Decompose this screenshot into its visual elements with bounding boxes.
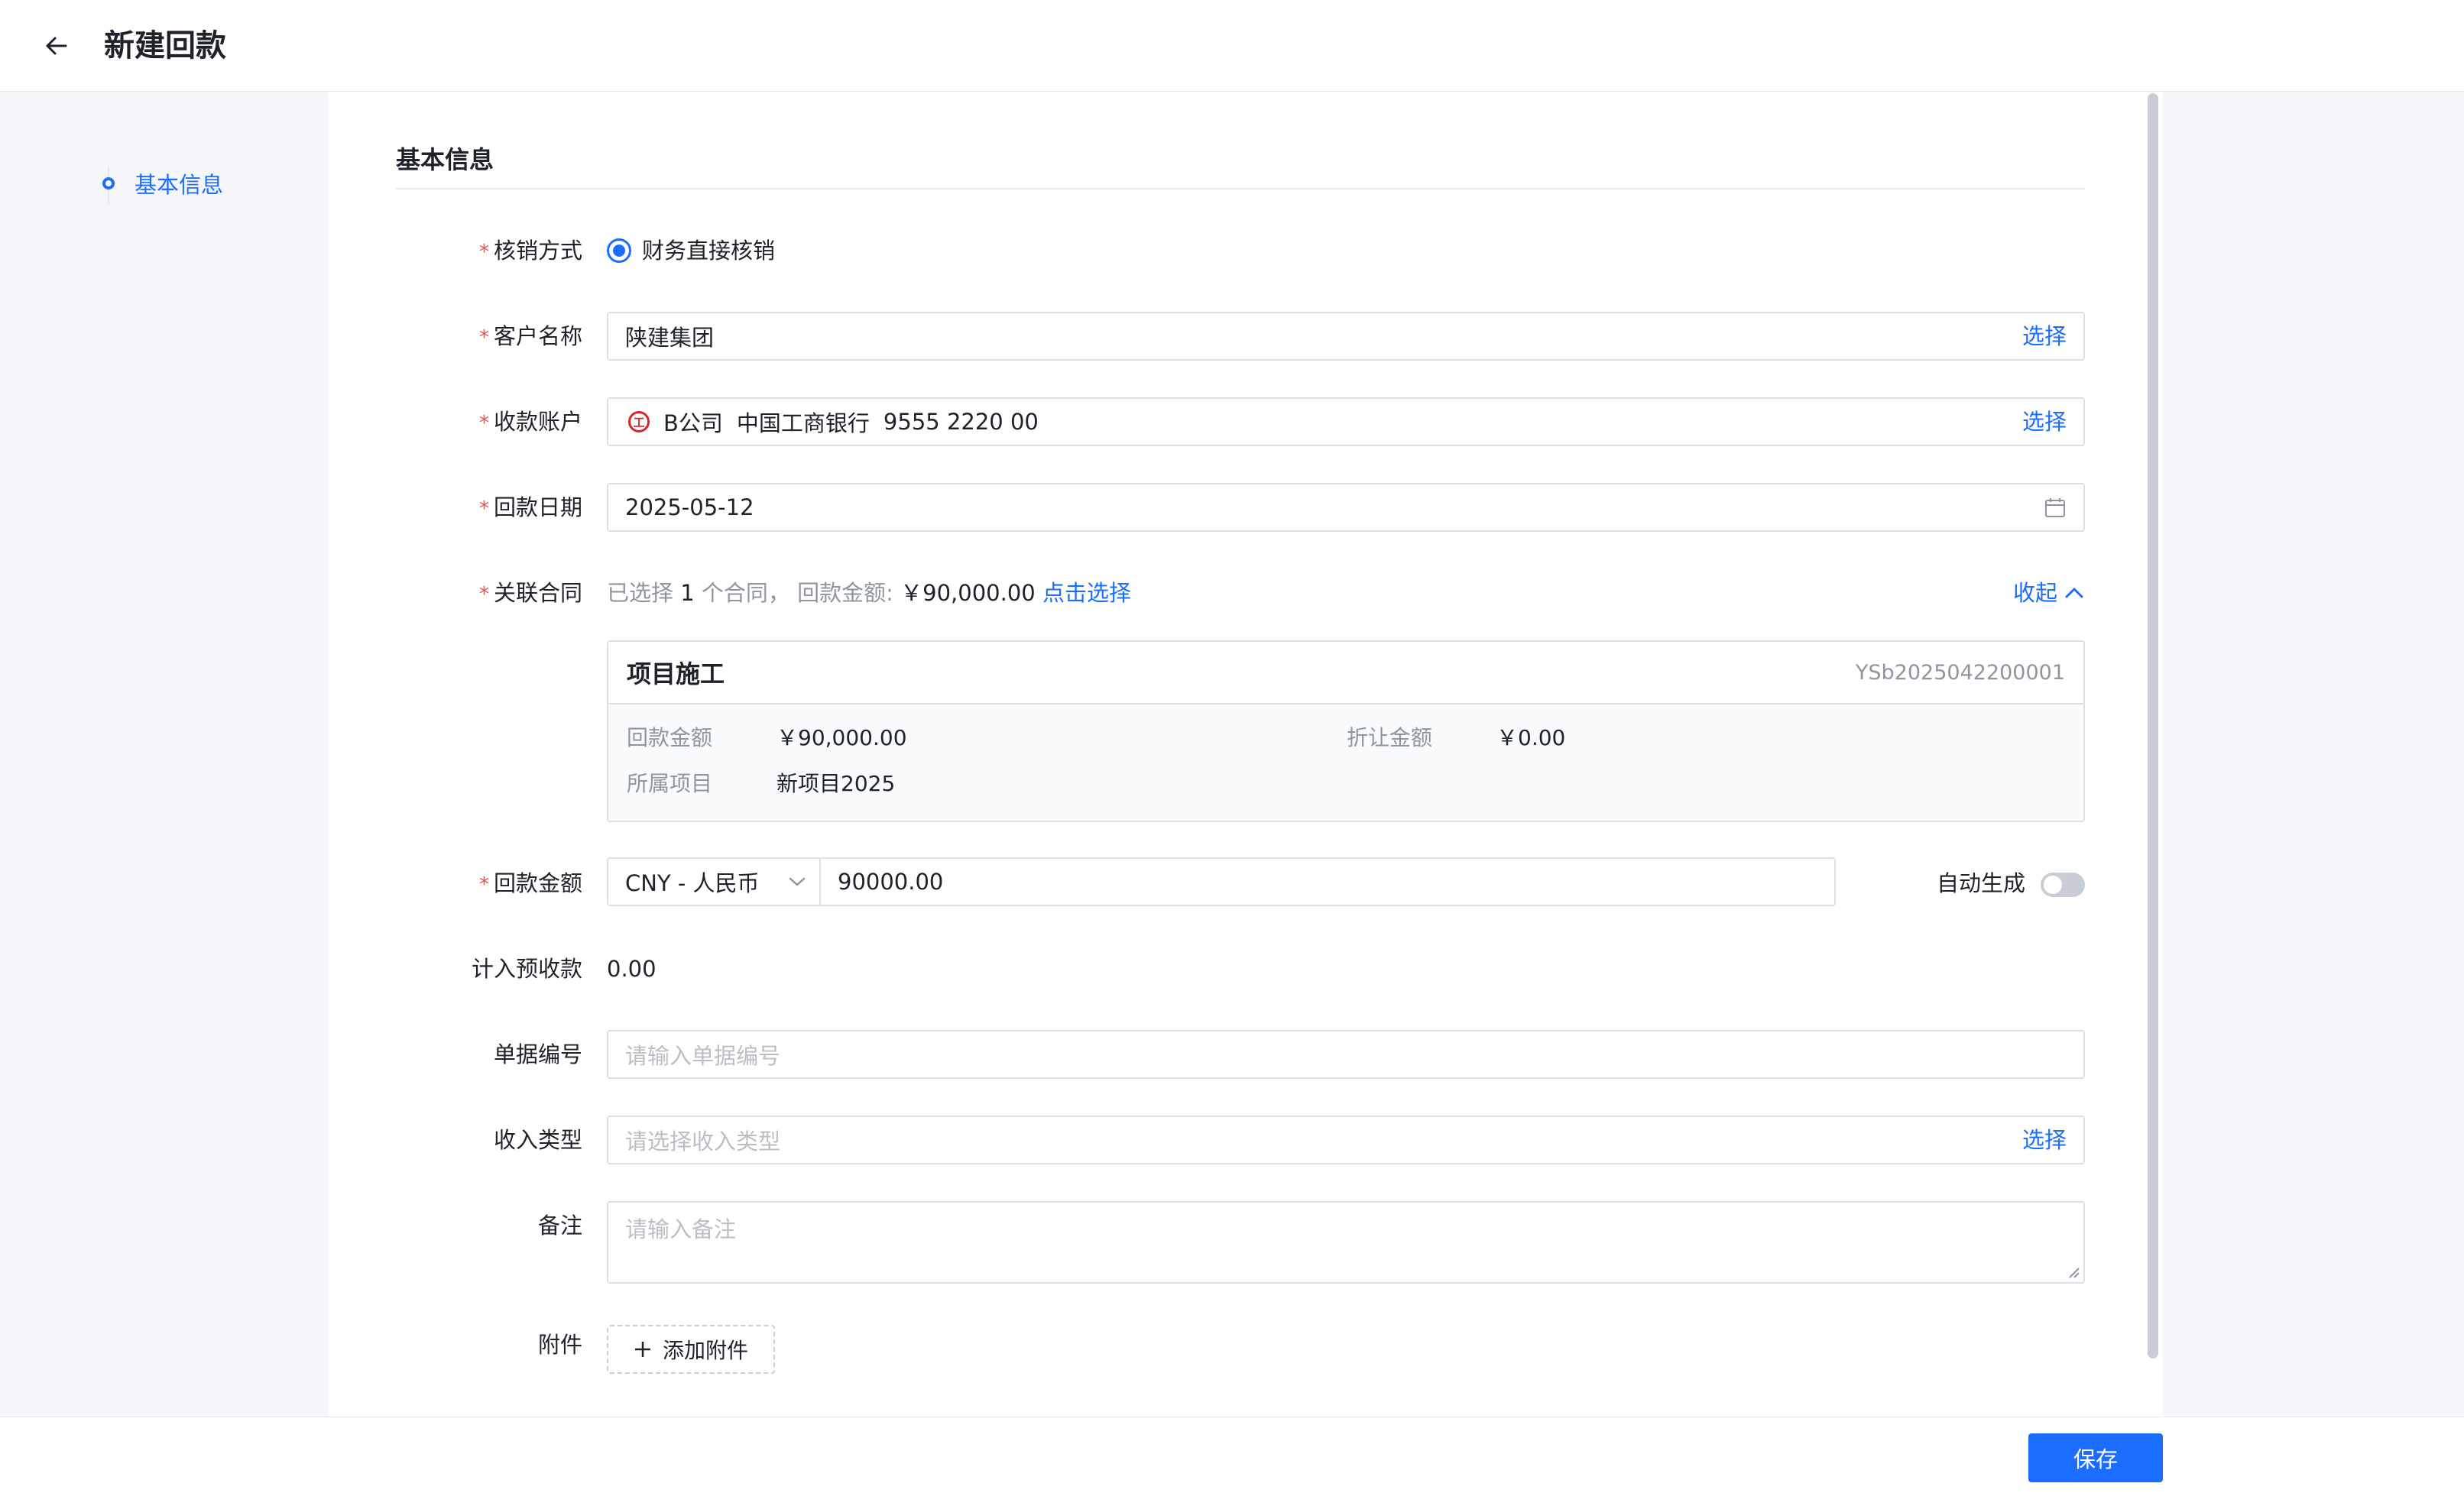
prepaid-label: 计入预收款 (471, 956, 582, 982)
radio-checked-icon (607, 238, 631, 263)
chevron-up-icon (2065, 588, 2083, 598)
collapse-button[interactable]: 收起 (2013, 578, 2083, 608)
date-label: * 回款日期 (478, 494, 582, 520)
currency-select[interactable]: CNY - 人民币 (607, 857, 821, 906)
account-company: B公司 (663, 410, 723, 436)
customer-label: * 客户名称 (478, 323, 582, 349)
contract-code: YSb2025042200001 (1855, 660, 2065, 685)
back-arrow-icon[interactable] (43, 32, 70, 60)
contract-card-header: 项目施工 YSb2025042200001 (608, 642, 2083, 704)
income-type-select-link[interactable]: 选择 (2022, 1125, 2067, 1155)
contract-discount: 折让金额 ￥0.00 (1347, 725, 1566, 750)
contract-count: 1 (680, 580, 695, 606)
plus-icon (634, 1342, 650, 1357)
prepaid-value: 0.00 (607, 956, 657, 982)
icbc-bank-icon: 工 (628, 411, 650, 432)
anchor-item-basic-info[interactable]: 基本信息 (135, 170, 223, 200)
resize-handle-icon[interactable] (2067, 1265, 2080, 1279)
amount-label: * 回款金额 (478, 870, 582, 896)
customer-input[interactable]: 陕建集团 选择 (607, 312, 2085, 361)
anchor-dot-icon (102, 177, 115, 189)
calendar-icon[interactable] (2044, 497, 2067, 520)
page-title: 新建回款 (104, 28, 226, 63)
customer-select-link[interactable]: 选择 (2022, 321, 2067, 351)
amount-input[interactable]: 90000.00 (819, 857, 1836, 906)
income-type-input[interactable]: 请选择收入类型 选择 (607, 1116, 2085, 1164)
section-title: 基本信息 (396, 145, 494, 174)
section-divider (396, 188, 2085, 189)
writeoff-option-label: 财务直接核销 (642, 238, 776, 264)
writeoff-radio[interactable]: 财务直接核销 (607, 235, 775, 266)
contract-select-link[interactable]: 点击选择 (1042, 580, 1131, 606)
contract-name: 项目施工 (627, 659, 725, 688)
remark-label: 备注 (537, 1213, 582, 1239)
contract-payback: 回款金额 ￥90,000.00 (627, 725, 907, 750)
chevron-down-icon (789, 877, 806, 886)
save-button[interactable]: 保存 (2028, 1433, 2163, 1482)
customer-value: 陕建集团 (625, 325, 715, 351)
auto-generate-toggle[interactable] (2041, 873, 2085, 897)
income-type-label: 收入类型 (493, 1127, 582, 1153)
scrollbar[interactable] (2148, 93, 2158, 1359)
remark-textarea[interactable]: 请输入备注 (607, 1201, 2085, 1284)
contract-label: * 关联合同 (478, 580, 582, 606)
account-select-link[interactable]: 选择 (2022, 406, 2067, 437)
date-picker-input[interactable]: 2025-05-12 (607, 483, 2085, 532)
account-bank: 中国工商银行 (736, 410, 870, 436)
attachment-label: 附件 (537, 1332, 582, 1358)
contract-amount: ￥90,000.00 (900, 580, 1036, 606)
account-label: * 收款账户 (478, 409, 582, 435)
account-input[interactable]: 工 B公司 中国工商银行 9555 2220 00 选择 (607, 397, 2085, 446)
add-attachment-button[interactable]: 添加附件 (607, 1325, 775, 1374)
writeoff-label: * 核销方式 (478, 238, 582, 264)
doc-no-label: 单据编号 (493, 1041, 582, 1067)
doc-no-input[interactable]: 请输入单据编号 (607, 1030, 2085, 1079)
contract-project: 所属项目 新项目2025 (627, 771, 896, 796)
account-number: 9555 2220 00 (883, 409, 1039, 435)
date-value: 2025-05-12 (625, 494, 754, 520)
contract-summary: 已选择 1 个合同， 回款金额: ￥90,000.00 点击选择 (607, 580, 1131, 606)
page-header: 新建回款 (0, 0, 2464, 92)
auto-generate-label: 自动生成 (1937, 870, 2026, 896)
